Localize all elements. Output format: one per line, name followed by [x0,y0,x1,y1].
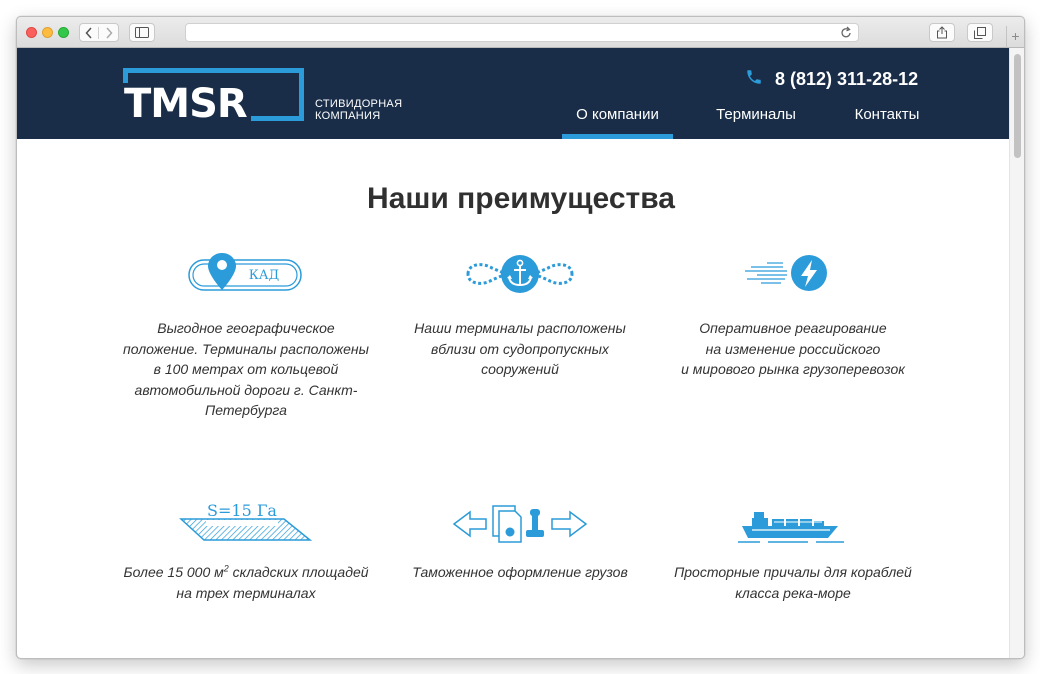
minimize-window-button[interactable] [42,27,53,38]
tabs-overview-button[interactable] [967,23,993,42]
feature-text: Более 15 000 м2 складских площадей на тр… [123,563,369,601]
plus-icon: + [1011,28,1020,44]
header-phone[interactable]: 8 (812) 311-28-12 [745,68,918,91]
phone-icon [745,68,763,91]
back-icon[interactable] [80,26,100,39]
close-window-button[interactable] [26,27,37,38]
reload-icon[interactable] [840,26,852,44]
cargo-ship-icon [658,500,928,548]
section-title: Наши преимущества [367,182,675,215]
lightning-speed-icon [658,250,928,298]
nav-contacts[interactable]: Контакты [847,106,927,139]
share-button[interactable] [929,23,955,42]
feature-text: Таможенное оформление грузов [412,564,628,580]
logo-subtitle: СТИВИДОРНАЯ КОМПАНИЯ [315,98,403,122]
tabs-icon [974,26,986,39]
forward-icon[interactable] [99,26,118,39]
back-forward-buttons[interactable] [79,23,119,42]
map-pin-kad-icon: КАД [111,250,381,298]
zoom-window-button[interactable] [58,27,69,38]
feature-text: Просторные причалы для кораблей класса р… [674,564,912,601]
sidebar-toggle-button[interactable] [129,23,155,42]
site-header: TMSR СТИВИДОРНАЯ КОМПАНИЯ 8 (812) 311-28… [17,48,1011,139]
page-viewport: TMSR СТИВИДОРНАЯ КОМПАНИЯ 8 (812) 311-28… [17,48,1011,658]
browser-toolbar: + [17,17,1024,48]
svg-text:КАД: КАД [249,268,279,283]
share-icon [936,26,948,39]
nav-about[interactable]: О компании [562,106,673,139]
nav-terminals[interactable]: Терминалы [707,106,805,139]
customs-documents-icon [385,500,655,548]
sidebar-icon [135,27,149,38]
feature-text: Оперативное реагирование на изменение ро… [681,320,905,377]
new-tab-button[interactable]: + [1006,26,1024,48]
address-bar[interactable] [185,23,859,42]
logo[interactable]: TMSR [122,83,251,125]
anchor-rope-icon [385,250,655,298]
scrollbar-thumb[interactable] [1014,54,1021,158]
browser-window: + TMSR СТИВИДОРНАЯ КОМПАНИЯ 8 (812) 311-… [16,16,1025,659]
svg-text:S=15 Га: S=15 Га [207,501,277,520]
area-plot-icon: S=15 Га [111,500,381,548]
feature-text: Наши терминалы расположены вблизи от суд… [414,320,626,377]
scrollbar[interactable] [1009,48,1024,658]
feature-text: Выгодное географическое положение. Терми… [123,320,369,418]
phone-number[interactable]: 8 (812) 311-28-12 [775,69,918,90]
